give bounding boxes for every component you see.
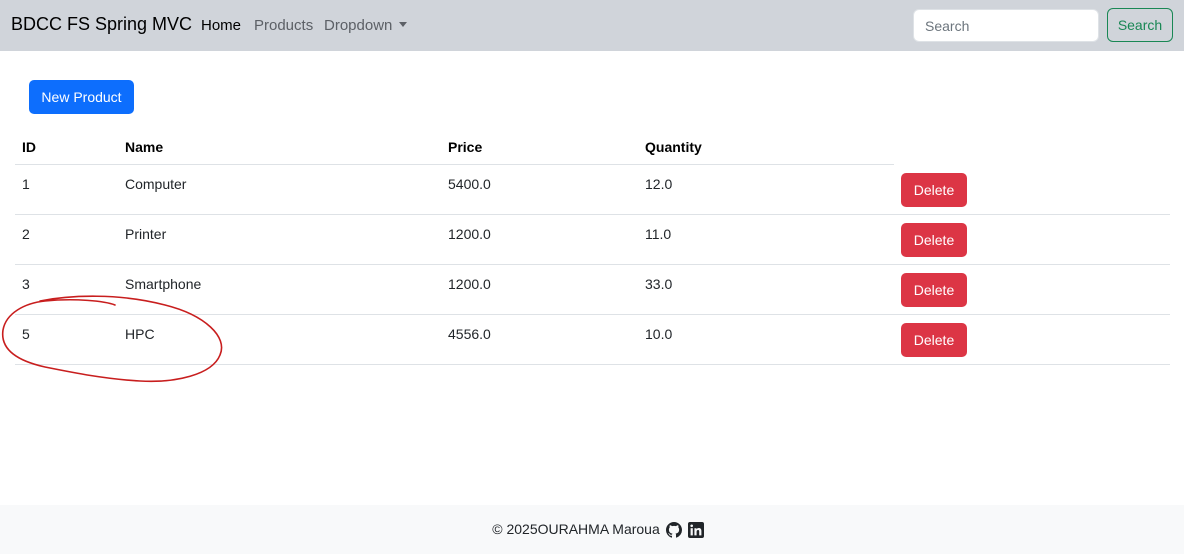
search-input[interactable]	[913, 9, 1099, 42]
cell-id: 2	[22, 226, 30, 242]
annotation-circle	[1, 295, 223, 383]
cell-id: 3	[22, 276, 30, 292]
cell-price: 1200.0	[448, 276, 491, 292]
cell-name: Computer	[125, 176, 187, 192]
cell-quantity: 12.0	[645, 176, 673, 192]
delete-button[interactable]: Delete	[901, 223, 967, 257]
cell-name: Printer	[125, 226, 167, 242]
delete-button[interactable]: Delete	[901, 323, 967, 357]
cell-quantity: 11.0	[645, 226, 672, 242]
cell-quantity: 33.0	[645, 276, 673, 292]
table-row: 2 Printer 1200.0 11.0 Delete	[15, 215, 1170, 265]
cell-price: 5400.0	[448, 176, 491, 192]
linkedin-icon[interactable]	[687, 521, 704, 538]
footer-copyright: © 2025OURAHMA Maroua	[492, 521, 660, 537]
brand-title[interactable]: BDCC FS Spring MVC	[11, 14, 192, 35]
new-product-button[interactable]: New Product	[29, 80, 134, 114]
column-header-quantity: Quantity	[645, 139, 702, 155]
column-header-name: Name	[125, 139, 164, 155]
nav-link-products[interactable]: Products	[254, 17, 313, 34]
cell-name: Smartphone	[125, 276, 202, 292]
nav-dropdown-toggle[interactable]: Dropdown	[324, 17, 408, 34]
chevron-down-icon	[399, 22, 408, 27]
column-header-price: Price	[448, 139, 483, 155]
cell-quantity: 10.0	[645, 326, 673, 342]
delete-button[interactable]: Delete	[901, 173, 967, 207]
table-row: 1 Computer 5400.0 12.0 Delete	[15, 165, 1170, 215]
cell-price: 4556.0	[448, 326, 491, 342]
cell-price: 1200.0	[448, 226, 491, 242]
github-icon[interactable]	[665, 521, 682, 538]
navbar: BDCC FS Spring MVC Home Products Dropdow…	[0, 0, 1184, 51]
column-header-id: ID	[22, 139, 36, 155]
nav-link-home[interactable]: Home	[201, 17, 241, 34]
cell-id: 1	[22, 176, 30, 192]
footer: © 2025OURAHMA Maroua	[0, 505, 1184, 554]
delete-button[interactable]: Delete	[901, 273, 967, 307]
nav-dropdown-label: Dropdown	[324, 17, 393, 34]
search-button[interactable]: Search	[1107, 8, 1173, 42]
